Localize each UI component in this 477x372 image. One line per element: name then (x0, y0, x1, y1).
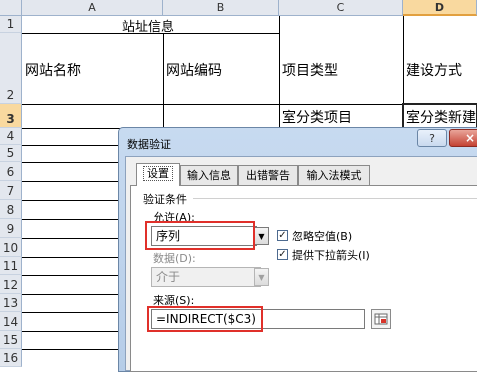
row-header-2[interactable]: 2 (0, 33, 22, 104)
row-header-10[interactable]: 10 (0, 238, 22, 257)
column-header-a[interactable]: A (22, 0, 163, 16)
tab-ime-mode[interactable]: 输入法模式 (298, 165, 370, 185)
source-highlight-box (147, 306, 263, 332)
row-header-5[interactable]: 5 (0, 145, 22, 162)
help-button[interactable]: ? (417, 129, 447, 147)
dialog-body: 设置 输入信息 出错警告 输入法模式 验证条件 允许(A): 序列 ▼ ✓ 忽略… (125, 156, 477, 372)
row-header-7[interactable]: 7 (0, 181, 22, 200)
row-header-11[interactable]: 11 (0, 257, 22, 275)
row-header-4[interactable]: 4 (0, 128, 22, 145)
allow-highlight-box (145, 221, 255, 250)
data-select: 介于 (151, 267, 261, 287)
dialog-title: 数据验证 (127, 138, 171, 151)
active-cell-border (402, 103, 477, 129)
dropdown-arrow-checkbox[interactable]: ✓ (277, 249, 288, 260)
data-validation-dialog: 数据验证 ? × 设置 输入信息 出错警告 输入法模式 验证条件 允许(A): … (118, 127, 477, 372)
cell-c2[interactable]: 项目类型 (282, 60, 338, 80)
data-label: 数据(D): (153, 252, 196, 265)
cell-b2[interactable]: 网站编码 (166, 60, 222, 80)
column-header-b[interactable]: B (163, 0, 279, 16)
ignore-blank-checkbox[interactable]: ✓ (277, 230, 288, 241)
group-label: 验证条件 (143, 193, 187, 206)
dropdown-arrow-label: 提供下拉箭头(I) (292, 249, 370, 262)
column-header-c[interactable]: C (279, 0, 403, 16)
tab-error-alert[interactable]: 出错警告 (238, 165, 298, 185)
tab-settings[interactable]: 设置 (136, 163, 180, 186)
ignore-blank-label: 忽略空值(B) (292, 230, 353, 243)
cell-c3[interactable]: 室分类项目 (282, 107, 352, 127)
row-header-1[interactable]: 1 (0, 16, 22, 33)
column-header-d[interactable]: D (403, 0, 477, 16)
select-all-corner[interactable] (0, 0, 22, 16)
row-header-12[interactable]: 12 (0, 275, 22, 294)
row-header-14[interactable]: 14 (0, 312, 22, 331)
row-header-13[interactable]: 13 (0, 294, 22, 312)
cell-a1[interactable]: 站址信息 (122, 16, 174, 35)
allow-dropdown-icon[interactable]: ▼ (254, 227, 269, 245)
row-header-8[interactable]: 8 (0, 200, 22, 219)
data-dropdown-icon: ▼ (254, 268, 269, 286)
settings-panel: 验证条件 允许(A): 序列 ▼ ✓ 忽略空值(B) ✓ 提供下拉箭头(I) 数… (130, 185, 477, 372)
cell-d2[interactable]: 建设方式 (406, 60, 462, 80)
row-header-3[interactable]: 3 (0, 104, 22, 128)
row-header-9[interactable]: 9 (0, 219, 22, 238)
cell-a2[interactable]: 网站名称 (25, 60, 81, 80)
range-select-icon[interactable] (371, 309, 391, 329)
row-header-15[interactable]: 15 (0, 331, 22, 349)
close-button[interactable]: × (449, 129, 477, 147)
row-header-16[interactable]: 16 (0, 349, 22, 367)
tab-input-message[interactable]: 输入信息 (180, 165, 238, 185)
row-header-6[interactable]: 6 (0, 162, 22, 181)
